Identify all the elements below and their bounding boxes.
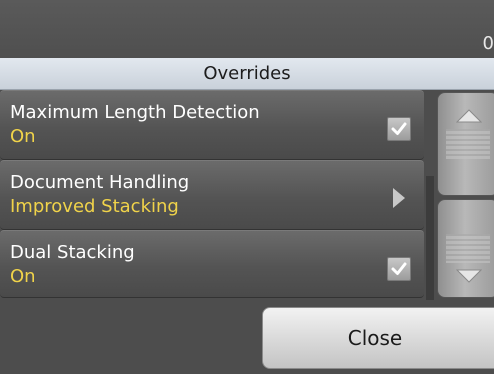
button-texture [446, 128, 490, 160]
chevron-right-icon [392, 187, 406, 213]
scroll-up-button[interactable] [437, 92, 494, 196]
list-item-dual-stacking[interactable]: Dual Stacking On [0, 230, 424, 298]
scroll-down-button[interactable] [437, 199, 494, 298]
scrollbar-track[interactable] [426, 176, 434, 300]
page-title: Overrides [0, 58, 494, 90]
checkbox-checked[interactable] [387, 257, 411, 281]
status-bar: 0 [0, 0, 494, 58]
arrow-up-icon [456, 109, 482, 123]
close-button[interactable]: Close [262, 307, 494, 369]
list-item-document-handling[interactable]: Document Handling Improved Stacking [0, 160, 424, 230]
item-value: Improved Stacking [10, 196, 179, 217]
item-title: Dual Stacking [10, 242, 135, 263]
checkbox-checked[interactable] [387, 117, 411, 141]
button-texture [446, 233, 490, 264]
checkmark-icon [391, 122, 407, 135]
item-value: On [10, 266, 36, 287]
list-item-maximum-length-detection[interactable]: Maximum Length Detection On [0, 90, 424, 160]
item-title: Document Handling [10, 172, 190, 193]
checkmark-icon [391, 262, 407, 275]
page-counter: 0 [482, 33, 494, 54]
item-value: On [10, 126, 36, 147]
item-title: Maximum Length Detection [10, 102, 260, 123]
arrow-down-icon [456, 269, 482, 283]
